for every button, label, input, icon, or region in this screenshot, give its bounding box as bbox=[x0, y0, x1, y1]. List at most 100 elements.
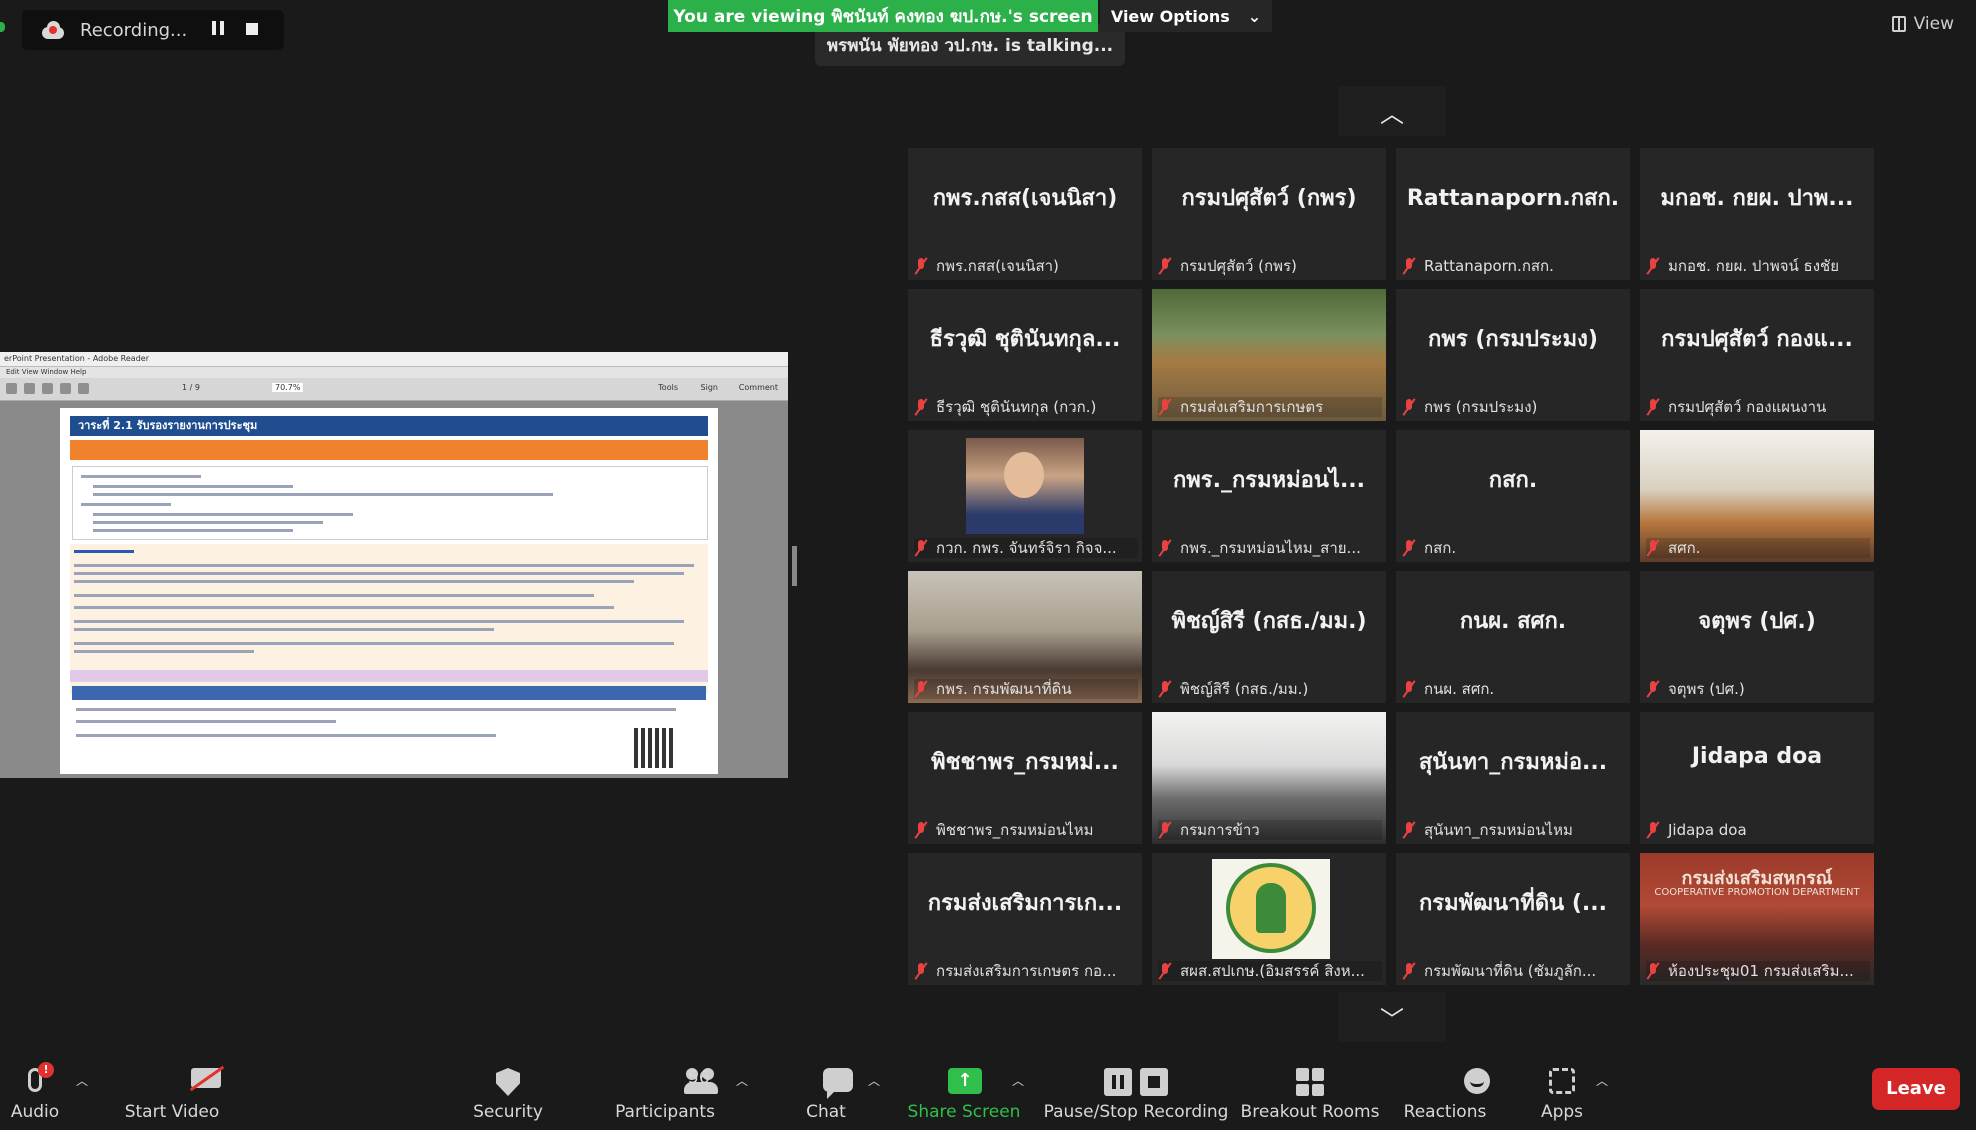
emblem-icon bbox=[1226, 863, 1316, 953]
participant-tile[interactable]: มกอช. กยผ. ปาพ... มกอช. กยผ. ปาพจน์ ธงชัย bbox=[1640, 148, 1874, 280]
participant-name: สผส.สปเกษ.(อิมสรรค์ สิงห... bbox=[1180, 962, 1365, 980]
participant-name-bar: กวก. กพร. จันทร์จิรา กิจจ... bbox=[914, 538, 1138, 558]
view-options-button[interactable]: View Options ⌄ bbox=[1100, 0, 1272, 32]
breakout-rooms-button[interactable]: Breakout Rooms bbox=[1241, 1056, 1379, 1130]
reactions-button[interactable]: Reactions bbox=[1400, 1056, 1490, 1130]
participants-options-caret[interactable]: ︿ bbox=[736, 1072, 748, 1089]
split-handle[interactable] bbox=[792, 546, 797, 586]
participant-display-name: กรมปศุสัตว์ (กพร) bbox=[1181, 186, 1357, 211]
audio-label: Audio bbox=[10, 1102, 60, 1122]
share-options-caret[interactable]: ︿ bbox=[1012, 1072, 1024, 1089]
chat-button[interactable]: Chat bbox=[800, 1056, 853, 1130]
participant-tile[interactable]: กรมส่งเสริมสหกรณ์ COOPERATIVE PROMOTION D… bbox=[1640, 853, 1874, 985]
mic-muted-icon bbox=[1646, 963, 1660, 979]
participant-tile[interactable]: กสก. กสก. bbox=[1396, 430, 1630, 562]
participant-name-bar: กพร.กสส(เจนนิสา) bbox=[914, 256, 1138, 276]
mic-muted-icon bbox=[1158, 681, 1172, 697]
participant-tile[interactable]: กรมการข้าว bbox=[1152, 712, 1386, 844]
participant-tile[interactable]: กพร. กรมพัฒนาที่ดิน bbox=[908, 571, 1142, 703]
cloud-recording-icon bbox=[40, 21, 66, 39]
participants-button[interactable]: 56 Participants bbox=[612, 1056, 718, 1130]
document-page: วาระที่ 2.1 รับรองรายงานการประชุม bbox=[60, 408, 718, 774]
participant-name-bar: กรมการข้าว bbox=[1158, 820, 1382, 840]
view-options-label: View Options bbox=[1110, 6, 1230, 26]
participant-tile[interactable]: จตุพร (ปศ.) จตุพร (ปศ.) bbox=[1640, 571, 1874, 703]
stop-recording-button[interactable] bbox=[246, 21, 258, 39]
mic-muted-icon bbox=[1158, 822, 1172, 838]
comment-link: Comment bbox=[738, 383, 778, 392]
participant-display-name: จตุพร (ปศ.) bbox=[1698, 609, 1816, 634]
participant-tile[interactable]: Rattanaporn.กสก. Rattanaporn.กสก. bbox=[1396, 148, 1630, 280]
leave-button[interactable]: Leave bbox=[1872, 1068, 1960, 1110]
participant-name-bar: สุนันทา_กรมหม่อนไหม bbox=[1402, 820, 1626, 840]
participant-tile[interactable]: สผส.สปเกษ.(อิมสรรค์ สิงห... bbox=[1152, 853, 1386, 985]
participant-tile[interactable]: กรมปศุสัตว์ กองแ... กรมปศุสัตว์ กองแผนงาน bbox=[1640, 289, 1874, 421]
mic-muted-icon bbox=[1158, 963, 1172, 979]
shared-window-title: erPoint Presentation - Adobe Reader bbox=[0, 352, 788, 367]
participant-name-bar: พิชชาพร_กรมหม่อนไหม bbox=[914, 820, 1138, 840]
table-header bbox=[72, 686, 706, 700]
scroll-down-button[interactable]: ﹀ bbox=[1338, 992, 1446, 1042]
scroll-up-button[interactable]: ︿ bbox=[1338, 86, 1446, 136]
participant-tile[interactable]: Jidapa doa Jidapa doa bbox=[1640, 712, 1874, 844]
reactions-icon bbox=[1464, 1068, 1490, 1094]
participant-name: กรมส่งเสริมการเกษตร bbox=[1180, 398, 1324, 416]
participant-tile[interactable]: กรมปศุสัตว์ (กพร) กรมปศุสัตว์ (กพร) bbox=[1152, 148, 1386, 280]
participant-tile[interactable]: กพร (กรมประมง) กพร (กรมประมง) bbox=[1396, 289, 1630, 421]
participant-name: พิชชาพร_กรมหม่อนไหม bbox=[936, 821, 1094, 839]
participant-tile[interactable]: กรมพัฒนาที่ดิน (... กรมพัฒนาที่ดิน (ชัมภู… bbox=[1396, 853, 1630, 985]
participant-name: กพร._กรมหม่อนไหม_สาย... bbox=[1180, 539, 1361, 557]
security-button[interactable]: Security bbox=[468, 1056, 548, 1130]
participant-name-bar: Jidapa doa bbox=[1646, 820, 1870, 840]
participant-display-name: กนผ. สศก. bbox=[1459, 609, 1567, 634]
participant-name: กรมปศุสัตว์ (กพร) bbox=[1180, 257, 1297, 275]
participant-display-name: Jidapa doa bbox=[1691, 744, 1823, 769]
view-button[interactable]: View bbox=[1891, 14, 1954, 34]
mic-muted-icon bbox=[1646, 258, 1660, 274]
participant-name: Rattanaporn.กสก. bbox=[1424, 257, 1554, 275]
audio-button[interactable]: ! Audio bbox=[6, 1056, 64, 1130]
participant-tile[interactable]: กรมส่งเสริมการเกษตร bbox=[1152, 289, 1386, 421]
edit-icon bbox=[24, 383, 35, 394]
chat-icon bbox=[823, 1068, 853, 1099]
participant-tile[interactable]: กวก. กพร. จันทร์จิรา กิจจ... bbox=[908, 430, 1142, 562]
participant-tile[interactable]: พิชญ์สิรี (กสธ./มม.) พิชญ์สิรี (กสธ./มม.) bbox=[1152, 571, 1386, 703]
participant-name: กพร. กรมพัฒนาที่ดิน bbox=[936, 680, 1072, 698]
participant-tile[interactable]: สุนันทา_กรมหม่อ... สุนันทา_กรมหม่อนไหม bbox=[1396, 712, 1630, 844]
mic-muted-icon bbox=[1646, 822, 1660, 838]
participant-name: สุนันทา_กรมหม่อนไหม bbox=[1424, 821, 1573, 839]
participant-video bbox=[966, 438, 1084, 534]
share-screen-button[interactable]: ↑ Share Screen bbox=[906, 1056, 1022, 1130]
participants-count: 56 bbox=[688, 1068, 710, 1088]
sign-link: Sign bbox=[700, 383, 718, 392]
participant-tile[interactable]: พิชชาพร_กรมหม่... พิชชาพร_กรมหม่อนไหม bbox=[908, 712, 1142, 844]
pause-stop-label: Pause/Stop Recording bbox=[1043, 1102, 1229, 1122]
participant-name: มกอช. กยผ. ปาพจน์ ธงชัย bbox=[1668, 257, 1839, 275]
stop-icon bbox=[246, 23, 258, 35]
participant-name-bar: ธีรวุฒิ ชุตินันทกุล (กวก.) bbox=[914, 397, 1138, 417]
table-caption bbox=[70, 670, 708, 682]
mic-muted-icon bbox=[1158, 399, 1172, 415]
participant-tile[interactable]: กพร._กรมหม่อนไ... กพร._กรมหม่อนไหม_สาย... bbox=[1152, 430, 1386, 562]
shared-screen[interactable]: erPoint Presentation - Adobe Reader Edit… bbox=[0, 352, 788, 778]
apps-options-caret[interactable]: ︿ bbox=[1596, 1072, 1608, 1089]
mic-muted-icon bbox=[1158, 540, 1172, 556]
participant-name: กสก. bbox=[1424, 539, 1457, 557]
participant-name: พิชญ์สิรี (กสธ./มม.) bbox=[1180, 680, 1309, 698]
audio-options-caret[interactable]: ︿ bbox=[76, 1072, 88, 1089]
participant-tile[interactable]: กรมส่งเสริมการเก... กรมส่งเสริมการเกษตร ก… bbox=[908, 853, 1142, 985]
participant-tile[interactable]: กนผ. สศก. กนผ. สศก. bbox=[1396, 571, 1630, 703]
start-video-button[interactable]: Start Video bbox=[122, 1056, 222, 1130]
apps-button[interactable]: Apps bbox=[1538, 1056, 1586, 1130]
participant-tile[interactable]: กพร.กสส(เจนนิสา) กพร.กสส(เจนนิสา) bbox=[908, 148, 1142, 280]
participant-display-name: สุนันทา_กรมหม่อ... bbox=[1418, 750, 1608, 775]
participant-tile[interactable]: สศก. bbox=[1640, 430, 1874, 562]
shared-menu-bar: Edit View Window Help bbox=[0, 367, 788, 378]
pause-recording-button[interactable] bbox=[212, 21, 224, 39]
chat-options-caret[interactable]: ︿ bbox=[868, 1072, 880, 1089]
participant-tile[interactable]: ธีรวุฒิ ชุตินันทกุล... ธีรวุฒิ ชุตินันทกุ… bbox=[908, 289, 1142, 421]
page-indicator: 1 / 9 bbox=[182, 383, 200, 392]
participant-name: สศก. bbox=[1668, 539, 1701, 557]
participant-name-bar: กพร. กรมพัฒนาที่ดิน bbox=[914, 679, 1138, 699]
pause-stop-recording-button[interactable]: Pause/Stop Recording bbox=[1044, 1056, 1228, 1130]
